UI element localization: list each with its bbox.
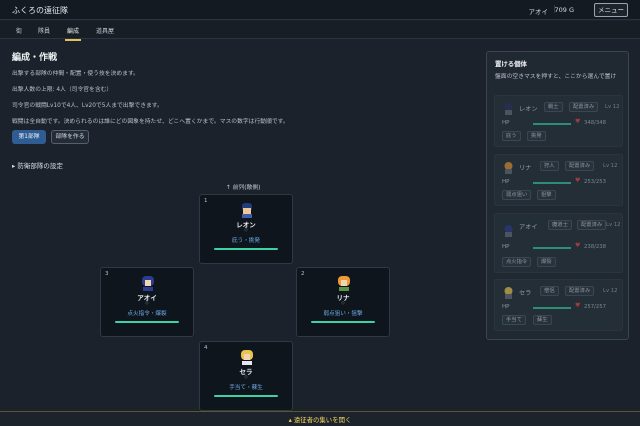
unit-card-sera[interactable]: セラ 僧侶 配置済み Lv 12 HP ♥ 257/257 手当て 蘇生 xyxy=(494,279,623,331)
unit-level: Lv 12 xyxy=(606,222,621,228)
unit-avatar-icon xyxy=(504,162,513,174)
hp-bar xyxy=(533,307,571,309)
unit-name: セラ xyxy=(519,290,532,297)
unit-skills: 庇う・挑発 xyxy=(232,238,260,244)
skill-badge: 弱点狙い xyxy=(502,190,532,200)
unit-portrait-icon xyxy=(142,276,154,291)
class-badge: 魔道士 xyxy=(548,220,572,230)
heart-icon: ♥ xyxy=(575,302,581,309)
unit-skills: 手当て・蘇生 xyxy=(229,385,263,391)
unit-name: レオン xyxy=(519,106,538,113)
main-panel: 編成・作戦 出撃する部隊の仲間・配置・使う技を決めます。 出撃人数の上限: 4人… xyxy=(12,50,472,144)
skill-badge: 蘇生 xyxy=(533,315,552,325)
slot-number: 2 xyxy=(301,271,305,277)
slot-number: 3 xyxy=(105,271,109,277)
unit-skills: 弱点狙い・狙撃 xyxy=(323,311,363,317)
heart-icon: ♥ xyxy=(575,177,581,184)
app-title: ふくろの遠征隊 xyxy=(12,6,68,15)
unit-portrait-icon xyxy=(338,276,350,291)
formation-slot-3[interactable]: 3 アオイ ◇ 点火指令・爆裂 xyxy=(100,267,194,337)
panel-title: 置ける個体 xyxy=(495,60,527,68)
create-squad-button[interactable]: 部隊を作る xyxy=(51,130,89,144)
unit-portrait-icon xyxy=(242,203,252,218)
unit-card-rina[interactable]: リナ 狩人 配置済み Lv 12 HP ♥ 253/253 弱点狙い 狙撃 xyxy=(494,154,623,206)
top-bar: ふくろの遠征隊 アオイ | 709 G メニュー xyxy=(0,0,640,20)
skill-badge: 手当て xyxy=(502,315,526,325)
status-badge: 配置済み xyxy=(565,161,595,171)
panel-description: 盤面の空きマスを押すと、ここから選んで置け xyxy=(495,74,617,80)
unit-hp-bar xyxy=(214,248,278,250)
unit-level: Lv 12 xyxy=(603,288,618,294)
status-badge: 配置済み xyxy=(565,286,595,296)
slot-number: 1 xyxy=(204,198,208,204)
status-badge: 配置済み xyxy=(577,220,607,230)
unit-avatar-icon xyxy=(504,287,513,299)
unit-level: Lv 12 xyxy=(605,104,620,110)
unit-hp-bar xyxy=(115,321,179,323)
formation-slot-4[interactable]: 4 セラ ◇ 手当て・蘇生 xyxy=(199,341,293,411)
class-badge: 狩人 xyxy=(540,161,559,171)
description-4: 戦闘は全自動です。決められるのは誰にどの図象を持たせ、どこへ置くかまで。マスの数… xyxy=(12,119,289,125)
squad-1-button[interactable]: 第1部隊 xyxy=(12,130,46,144)
skill-badge: 爆裂 xyxy=(537,257,556,267)
available-units-panel: 置ける個体 盤面の空きマスを押すと、ここから選んで置け レオン 戦士 配置済み … xyxy=(486,51,629,340)
heart-icon: ♥ xyxy=(575,242,581,249)
user-name: アオイ xyxy=(528,8,549,16)
unit-card-aoi[interactable]: アオイ 魔道士 配置済み Lv 12 HP ♥ 238/238 点火指令 爆裂 xyxy=(494,213,623,273)
slot-number: 4 xyxy=(204,345,208,351)
unit-mark: ◇ xyxy=(145,301,149,306)
hp-label: HP xyxy=(502,120,510,126)
skill-badge: 挑発 xyxy=(527,131,546,141)
unit-portrait-icon xyxy=(241,350,253,365)
bottom-drawer[interactable]: ▴ 遠征者の集いを開く xyxy=(0,411,640,426)
hp-label: HP xyxy=(502,179,510,185)
unit-avatar-icon xyxy=(504,103,513,115)
unit-mark: ◇ xyxy=(244,228,248,233)
unit-hp-bar xyxy=(311,321,375,323)
heart-icon: ♥ xyxy=(575,118,581,125)
unit-name: リナ xyxy=(519,165,532,172)
description-2: 出撃人数の上限: 4人（司令官を含む） xyxy=(12,87,113,93)
unit-name: アオイ xyxy=(519,224,538,231)
skill-badge: 庇う xyxy=(502,131,521,141)
skill-badge: 狙撃 xyxy=(537,190,556,200)
defense-squad-toggle[interactable]: ▸ 防衛部隊の設定 xyxy=(12,160,63,170)
unit-hp-bar xyxy=(214,395,278,397)
tab-members[interactable]: 隊員 xyxy=(38,26,50,35)
tab-bar: 街 隊員 編成 道具屋 xyxy=(0,21,640,41)
tab-town[interactable]: 街 xyxy=(16,26,22,35)
hp-bar xyxy=(533,247,571,249)
hp-label: HP xyxy=(502,244,510,250)
unit-mark: ◇ xyxy=(341,301,345,306)
menu-button[interactable]: メニュー xyxy=(594,3,628,17)
hp-value: 253/253 xyxy=(584,179,607,185)
defense-squad-label: 防衛部隊の設定 xyxy=(17,162,63,170)
unit-card-leon[interactable]: レオン 戦士 配置済み Lv 12 HP ♥ 348/348 庇う 挑発 xyxy=(494,95,623,147)
formation-slot-1[interactable]: 1 レオン ◇ 庇う・挑発 xyxy=(199,194,293,264)
class-badge: 戦士 xyxy=(544,102,563,112)
unit-skills: 点火指令・爆裂 xyxy=(127,311,167,317)
formation-slot-2[interactable]: 2 リナ ◇ 弱点狙い・狙撃 xyxy=(296,267,390,337)
description-3: 司令官の戦闘Lv10で4人、Lv20で5人まで出撃できます。 xyxy=(12,103,163,109)
drawer-label: ▴ 遠征者の集いを開く xyxy=(288,416,352,424)
unit-mark: ◇ xyxy=(244,375,248,380)
skill-badge: 点火指令 xyxy=(502,257,532,267)
hp-label: HP xyxy=(502,304,510,310)
hp-value: 257/257 xyxy=(584,304,607,310)
unit-avatar-icon xyxy=(504,225,513,237)
hp-bar xyxy=(533,123,571,125)
unit-level: Lv 12 xyxy=(603,163,618,169)
hp-bar xyxy=(533,182,571,184)
hp-value: 348/348 xyxy=(584,120,607,126)
description-1: 出撃する部隊の仲間・配置・使う技を決めます。 xyxy=(12,71,139,77)
hp-value: 238/238 xyxy=(584,244,607,250)
status-badge: 配置済み xyxy=(569,102,599,112)
tab-formation[interactable]: 編成 xyxy=(64,26,82,41)
front-row-label: ↑ 前列(敵側) xyxy=(226,185,261,191)
class-badge: 僧侶 xyxy=(540,286,559,296)
gold-amount: 709 G xyxy=(554,6,574,14)
tab-item-shop[interactable]: 道具屋 xyxy=(96,26,114,35)
page-title: 編成・作戦 xyxy=(12,53,58,63)
